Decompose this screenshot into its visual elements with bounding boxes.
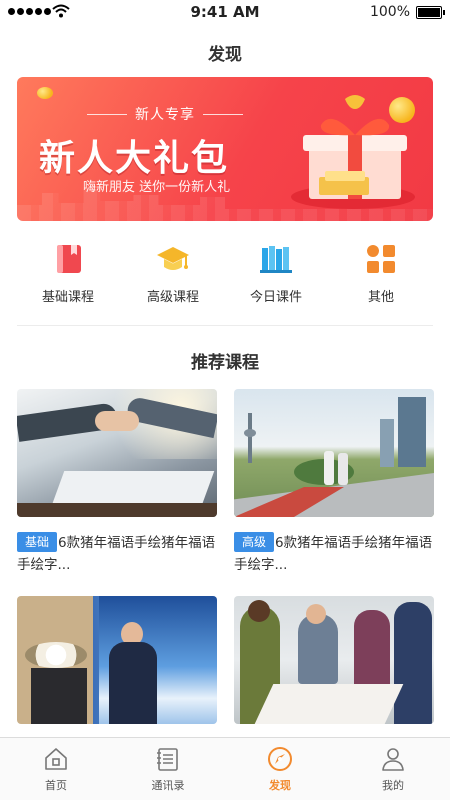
nav-label: 通讯录: [151, 779, 185, 792]
banner-headline: 新人大礼包: [39, 138, 230, 179]
course-tag: 高级: [234, 532, 275, 552]
category-advanced-course[interactable]: 高级课程: [123, 238, 223, 305]
nav-label: 发现: [269, 779, 291, 792]
course-card[interactable]: 高级 6款猪年福语手绘猪年福语手绘字...: [234, 389, 434, 576]
grid-icon: [367, 245, 395, 273]
category-bar: 基础课程 高级课程 今日课件 其他: [0, 238, 450, 308]
battery-icon: [416, 6, 445, 19]
coin-decoration: [37, 87, 53, 99]
course-image-workshop: [234, 596, 434, 724]
category-label: 今日课件: [249, 290, 302, 305]
battery-percentage: 100%: [369, 4, 410, 20]
banner-subtitle: 新人专享: [87, 104, 243, 124]
category-today-courseware[interactable]: 今日课件: [226, 238, 326, 305]
banner-tagline: 嗨新朋友 送你一份新人礼: [83, 180, 231, 195]
nav-home[interactable]: 首页: [6, 746, 106, 793]
user-icon: [382, 748, 404, 771]
course-card[interactable]: [17, 596, 217, 739]
nav-contacts[interactable]: 通讯录: [118, 746, 218, 793]
nav-discover[interactable]: 发现: [230, 746, 330, 793]
nav-label: 我的: [382, 779, 404, 792]
nav-label: 首页: [45, 779, 67, 792]
course-image-bridge: [234, 389, 434, 517]
course-image-speaker: [17, 596, 217, 724]
course-card[interactable]: 基础 6款猪年福语手绘猪年福语手绘字...: [17, 389, 217, 576]
nav-me[interactable]: 我的: [343, 746, 443, 793]
category-label: 其他: [367, 290, 394, 305]
graduation-cap-icon: [157, 247, 189, 270]
promo-banner[interactable]: 新人专享 新人大礼包 嗨新朋友 送你一份新人礼: [17, 77, 433, 221]
section-title-recommend: 推荐课程: [191, 353, 259, 373]
course-card[interactable]: [234, 596, 434, 739]
course-image-handshake: [17, 389, 217, 517]
bottom-nav: 首页 通讯录 发现 我的: [0, 737, 450, 800]
divider: [17, 325, 433, 326]
page-title: 发现: [208, 45, 242, 65]
status-bar: 9:41 AM 100%: [0, 0, 450, 24]
course-tag: 基础: [17, 532, 58, 552]
category-other[interactable]: 其他: [331, 238, 431, 305]
gift-box-icon: [291, 95, 415, 209]
discover-icon: [268, 747, 292, 771]
book-icon: [57, 245, 81, 273]
books-shelf-icon: [260, 246, 292, 273]
home-icon: [45, 748, 67, 770]
category-basic-course[interactable]: 基础课程: [18, 238, 118, 305]
contacts-icon: [157, 748, 178, 771]
category-label: 高级课程: [146, 290, 199, 305]
category-label: 基础课程: [41, 290, 94, 305]
